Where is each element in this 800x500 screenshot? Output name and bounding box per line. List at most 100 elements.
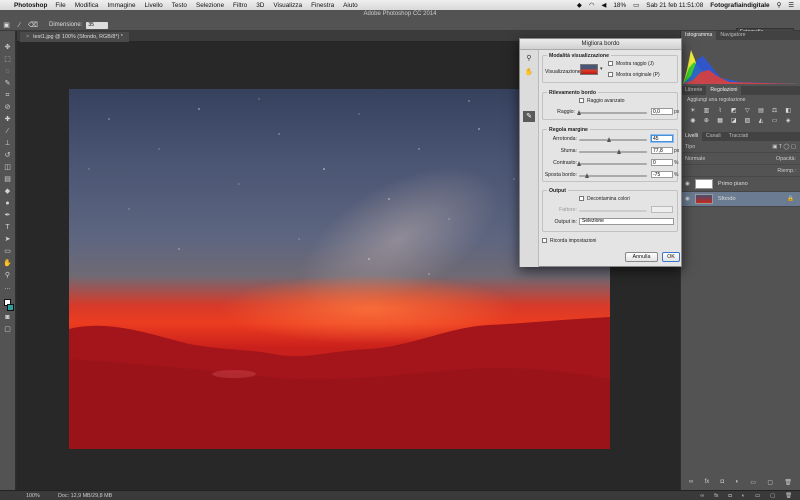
user-name[interactable]: Fotografiaindigitale	[710, 2, 769, 9]
menu-modifica[interactable]: Modifica	[75, 2, 99, 9]
tab-adjustments[interactable]: Regolazioni	[706, 86, 742, 95]
fx-icon[interactable]: fx	[705, 479, 710, 486]
lasso-tool-icon[interactable]: ◌	[3, 67, 13, 77]
adjust-icon[interactable]: ◐	[742, 491, 745, 500]
invert-icon[interactable]: ◪	[728, 118, 740, 125]
radius-input[interactable]: 0,0	[651, 108, 673, 115]
cancel-button[interactable]: Annulla	[625, 252, 658, 262]
smooth-input[interactable]: 45	[651, 135, 673, 142]
hand-icon[interactable]: ✋	[523, 67, 535, 78]
view-preview-select[interactable]	[580, 64, 598, 75]
hue-saturation-icon[interactable]: ▤	[755, 108, 767, 115]
marquee-tool-icon[interactable]: ⬚	[3, 55, 13, 65]
shift-edge-slider-knob[interactable]	[585, 173, 589, 178]
radius-slider[interactable]	[577, 110, 647, 115]
menu-selezione[interactable]: Selezione	[196, 2, 224, 9]
smooth-slider[interactable]	[579, 137, 647, 142]
vibrance-icon[interactable]: ▽	[742, 108, 754, 115]
battery-level[interactable]: 18%	[613, 2, 626, 9]
spotlight-icon[interactable]: ⚲	[777, 1, 782, 9]
shift-edge-slider[interactable]	[579, 173, 647, 178]
filter-icons[interactable]: ▣ T ◯ ▢	[772, 144, 796, 150]
menu-finestra[interactable]: Finestra	[311, 2, 334, 9]
menu-immagine[interactable]: Immagine	[107, 2, 135, 9]
trash-icon[interactable]: 🗑	[784, 479, 792, 486]
hand-tool-icon[interactable]: ✋	[3, 259, 13, 269]
layer-sfondo[interactable]: ◉ Sfondo 🔒	[681, 192, 800, 207]
quick-mask-icon[interactable]: ◙	[3, 313, 13, 323]
folder-icon[interactable]: ▭	[755, 491, 760, 500]
clock[interactable]: Sab 21 feb 11:51:08	[646, 2, 703, 9]
group-icon[interactable]: ▭	[750, 479, 756, 486]
decontaminate-checkbox[interactable]	[579, 196, 584, 201]
dropbox-icon[interactable]: ◆	[577, 1, 582, 9]
eyedropper-tool-icon[interactable]: ⊘	[3, 103, 13, 113]
tab-paths[interactable]: Tracciati	[725, 132, 752, 141]
size-input[interactable]: 35	[86, 21, 109, 29]
close-tab-icon[interactable]: ×	[26, 34, 29, 40]
menu-aiuto[interactable]: Aiuto	[343, 2, 358, 9]
tab-libraries[interactable]: Librerie	[681, 86, 706, 95]
link-layers-icon[interactable]: ∞	[689, 479, 693, 486]
feather-input[interactable]: 77,8	[651, 147, 673, 154]
eraser-icon[interactable]: ⌫	[28, 21, 38, 30]
history-brush-tool-icon[interactable]: ↺	[3, 151, 13, 161]
healing-tool-icon[interactable]: ✚	[3, 115, 13, 125]
shift-edge-input[interactable]: -75	[651, 171, 673, 178]
feather-slider-knob[interactable]	[617, 149, 621, 154]
threshold-icon[interactable]: ◭	[755, 118, 767, 125]
refine-radius-brush-icon[interactable]: ✎	[523, 111, 535, 122]
menu-3d[interactable]: 3D	[256, 2, 264, 9]
view-dropdown-icon[interactable]: ▾	[600, 66, 603, 72]
tab-layers[interactable]: Livelli	[681, 132, 702, 141]
selective-color-icon[interactable]: ◈	[782, 118, 794, 125]
move-tool-icon[interactable]: ✥	[3, 43, 13, 53]
dodge-tool-icon[interactable]: ●	[3, 199, 13, 209]
quick-select-tool-icon[interactable]: ✎	[3, 79, 13, 89]
black-white-icon[interactable]: ◧	[782, 108, 794, 115]
brush-tool-icon[interactable]: ∕	[3, 127, 13, 137]
ps-home-icon[interactable]: ▣	[2, 21, 11, 30]
blur-tool-icon[interactable]: ◆	[3, 187, 13, 197]
document-tab[interactable]: × test1.jpg @ 100% (Sfondo, RGB/8*) *	[20, 32, 129, 42]
gradient-map-icon[interactable]: ▭	[769, 118, 781, 125]
blend-mode-select[interactable]: Normale	[685, 156, 705, 162]
mask-icon[interactable]: ◘	[721, 479, 725, 486]
crop-tool-icon[interactable]: ⌗	[3, 91, 13, 101]
menu-visualizza[interactable]: Visualizza	[273, 2, 302, 9]
stamp-tool-icon[interactable]: ⊥	[3, 139, 13, 149]
output-to-select[interactable]: Selezione	[579, 218, 674, 225]
mask-icon[interactable]: ◘	[728, 491, 731, 500]
photo-filter-icon[interactable]: ◉	[687, 118, 699, 125]
screen-mode-icon[interactable]: ▢	[3, 325, 13, 335]
smart-radius-checkbox[interactable]	[579, 98, 584, 103]
brightness-icon[interactable]: ☀	[687, 108, 699, 115]
posterize-icon[interactable]: ▨	[742, 118, 754, 125]
notifications-icon[interactable]: ☰	[788, 1, 794, 9]
zoom-tool-icon[interactable]: ⚲	[3, 271, 13, 281]
link-icon[interactable]: ∞	[700, 491, 704, 500]
contrast-slider-knob[interactable]	[577, 161, 581, 166]
radius-slider-knob[interactable]	[577, 110, 581, 115]
levels-icon[interactable]: ▥	[701, 108, 713, 115]
zoom-level[interactable]: 100%	[26, 491, 40, 500]
tab-channels[interactable]: Canali	[702, 132, 725, 141]
contrast-slider[interactable]	[577, 161, 647, 166]
doc-size[interactable]: Doc: 12,9 MB/29,8 MB	[58, 491, 112, 500]
type-tool-icon[interactable]: T	[3, 223, 13, 233]
brush-icon[interactable]: ∕	[15, 21, 24, 30]
curves-icon[interactable]: ⌇	[714, 108, 726, 115]
more-tools-icon[interactable]: …	[3, 283, 13, 293]
show-original-checkbox[interactable]	[608, 72, 613, 77]
visibility-eye-icon[interactable]: ◉	[685, 196, 690, 202]
volume-icon[interactable]: ◀	[601, 1, 606, 9]
tab-histogram[interactable]: Istogramma	[681, 31, 717, 40]
path-select-tool-icon[interactable]: ➤	[3, 235, 13, 245]
color-lookup-icon[interactable]: ▦	[714, 118, 726, 125]
new-layer-icon[interactable]: ▢	[767, 479, 773, 486]
show-radius-checkbox[interactable]	[608, 61, 613, 66]
wifi-icon[interactable]: ◠	[589, 1, 595, 9]
gradient-tool-icon[interactable]: ▤	[3, 175, 13, 185]
shape-tool-icon[interactable]: ▭	[3, 247, 13, 257]
contrast-input[interactable]: 0	[651, 159, 673, 166]
